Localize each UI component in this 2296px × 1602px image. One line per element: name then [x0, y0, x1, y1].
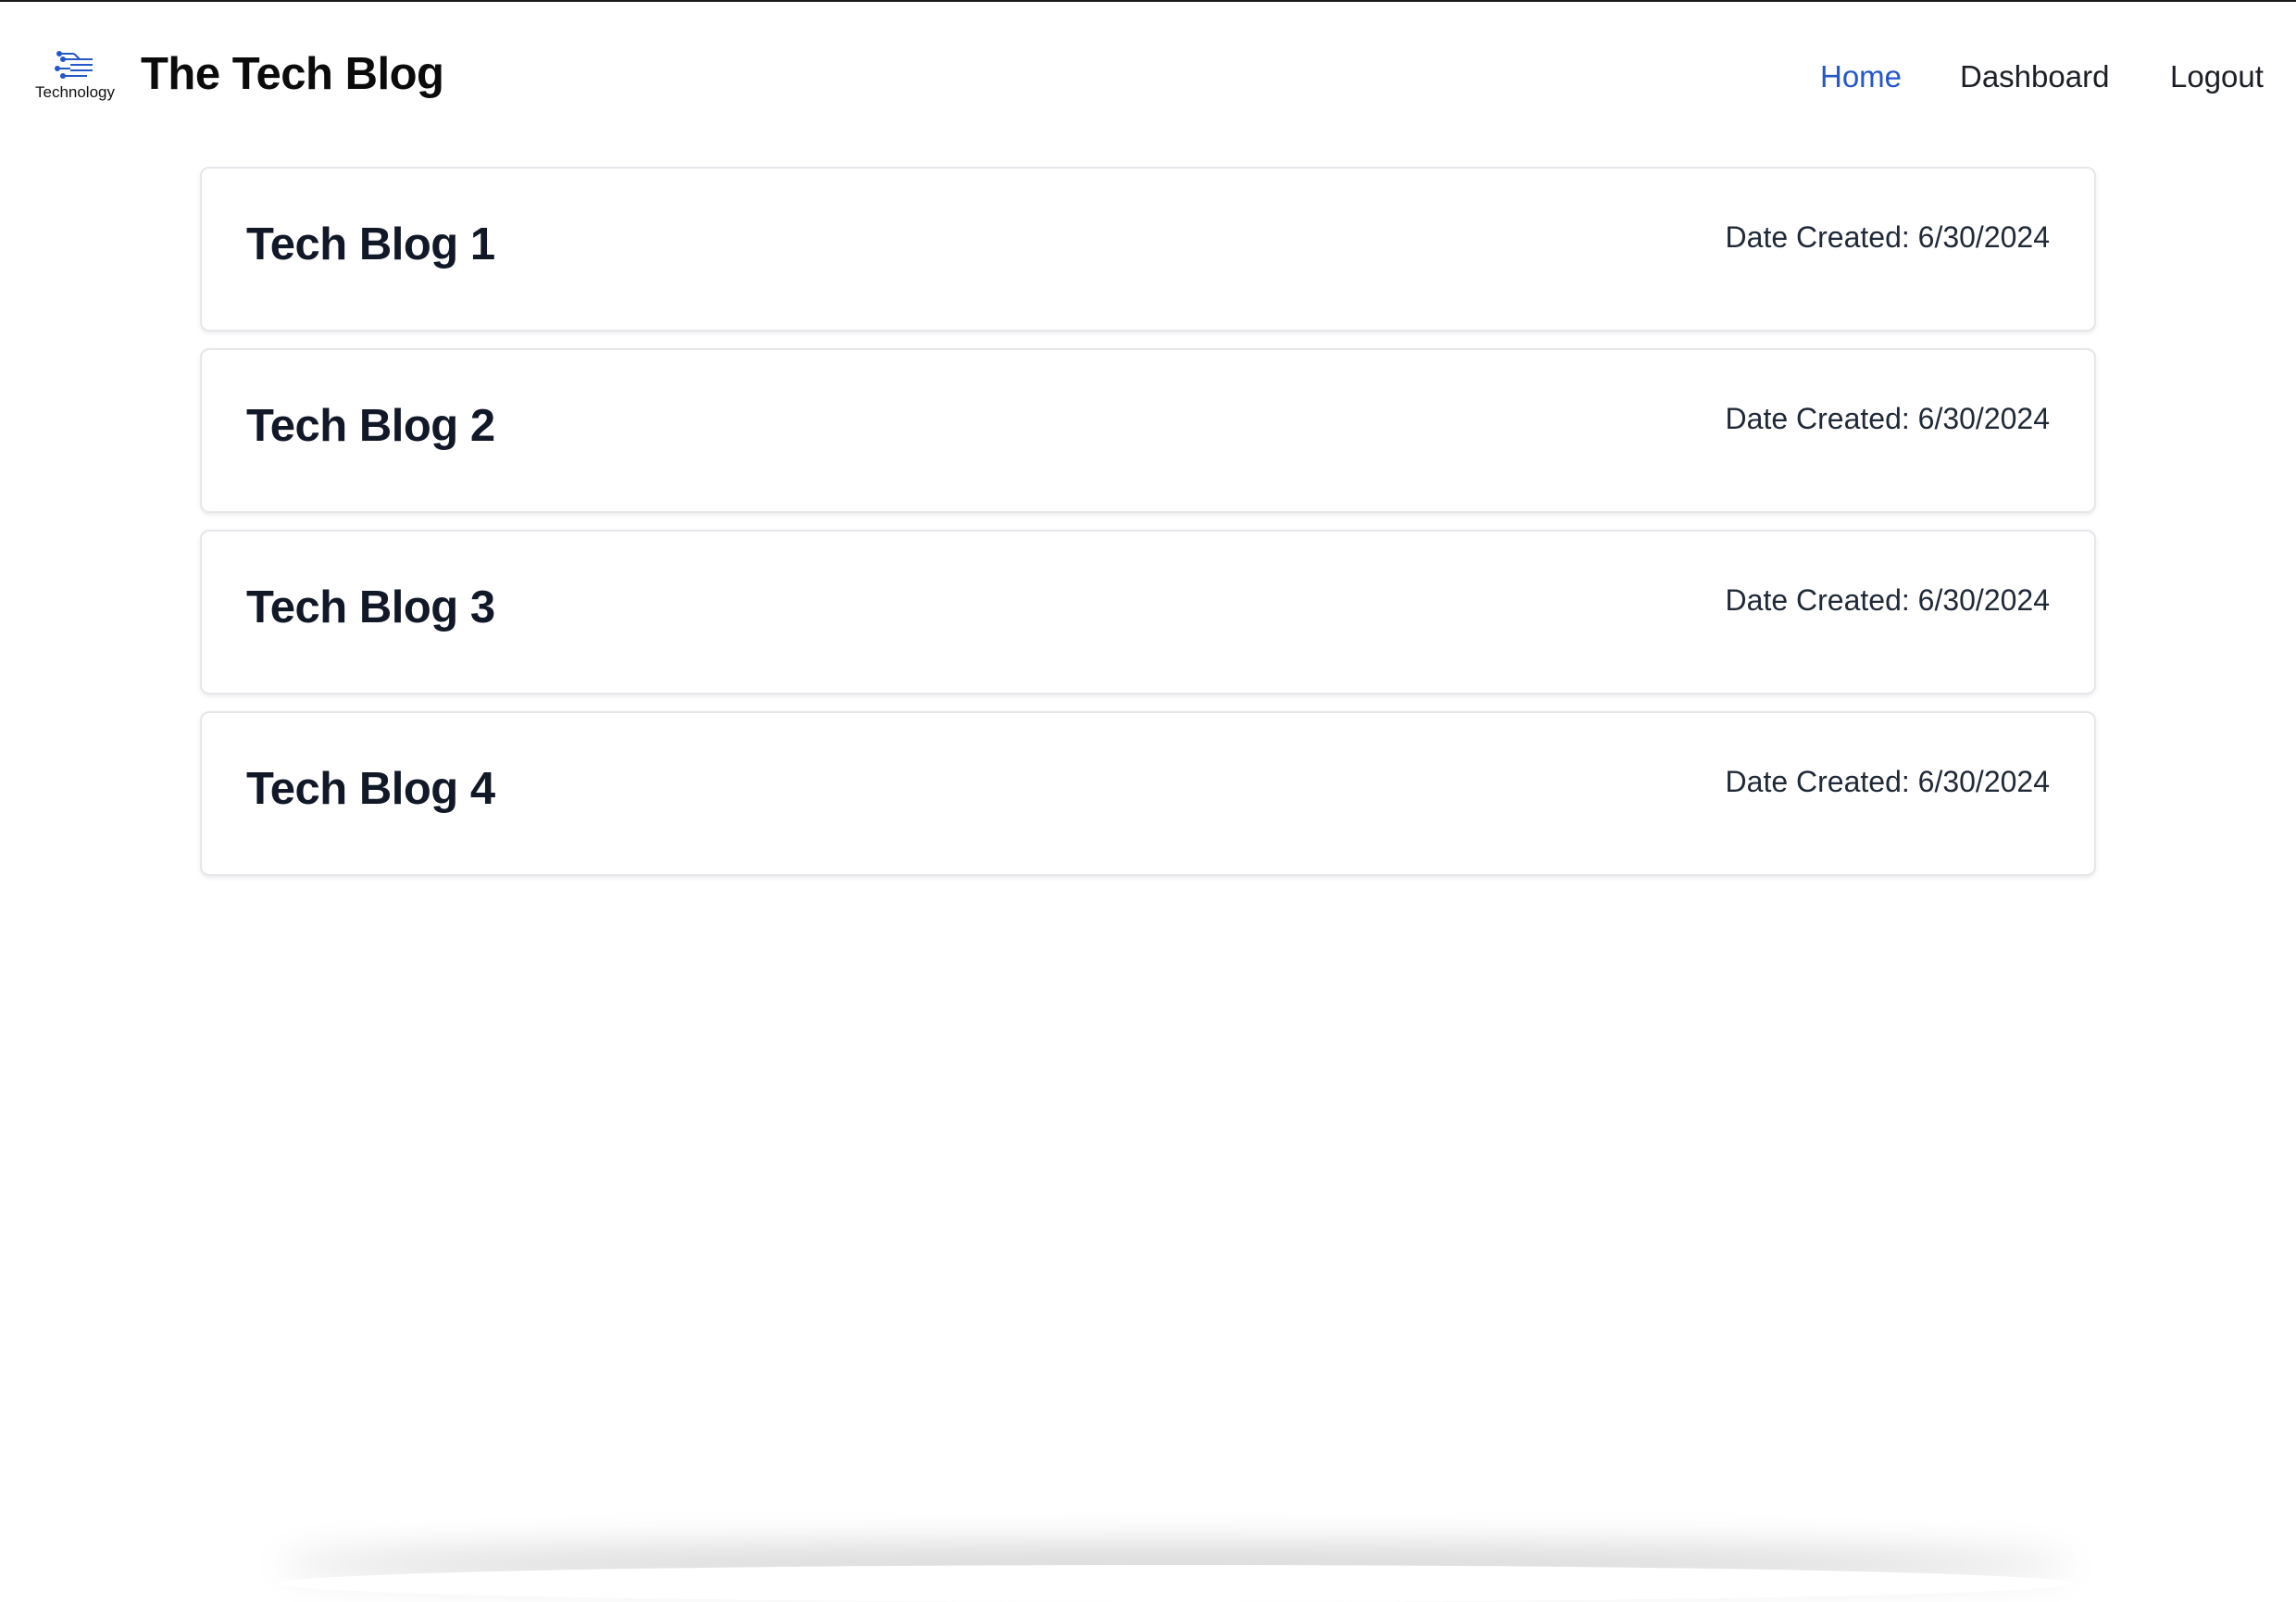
page-bottom-shadow [278, 1565, 2074, 1602]
post-date: Date Created: 6/30/2024 [1725, 765, 2050, 798]
site-title[interactable]: The Tech Blog [141, 48, 444, 100]
nav-logout-link[interactable]: Logout [2170, 59, 2264, 94]
logo[interactable]: Technology [33, 48, 117, 106]
post-date: Date Created: 6/30/2024 [1725, 583, 2050, 617]
post-title[interactable]: Tech Blog 3 [246, 582, 495, 633]
logo-text: Technology [34, 83, 115, 101]
site-header: Technology The Tech Blog Home Dashboard … [0, 2, 2296, 159]
post-card[interactable]: Tech Blog 1 Date Created: 6/30/2024 [200, 167, 2096, 332]
nav-dashboard-link[interactable]: Dashboard [1960, 59, 2109, 94]
post-date: Date Created: 6/30/2024 [1725, 402, 2050, 435]
post-date: Date Created: 6/30/2024 [1725, 220, 2050, 254]
post-card[interactable]: Tech Blog 4 Date Created: 6/30/2024 [200, 711, 2096, 876]
post-card[interactable]: Tech Blog 2 Date Created: 6/30/2024 [200, 348, 2096, 513]
post-list: Tech Blog 1 Date Created: 6/30/2024 Tech… [200, 167, 2096, 893]
nav-home-link[interactable]: Home [1820, 59, 1902, 94]
post-card[interactable]: Tech Blog 3 Date Created: 6/30/2024 [200, 530, 2096, 695]
post-title[interactable]: Tech Blog 2 [246, 400, 495, 452]
post-title[interactable]: Tech Blog 4 [246, 763, 495, 815]
post-title[interactable]: Tech Blog 1 [246, 219, 495, 270]
circuit-logo-icon [55, 51, 93, 79]
